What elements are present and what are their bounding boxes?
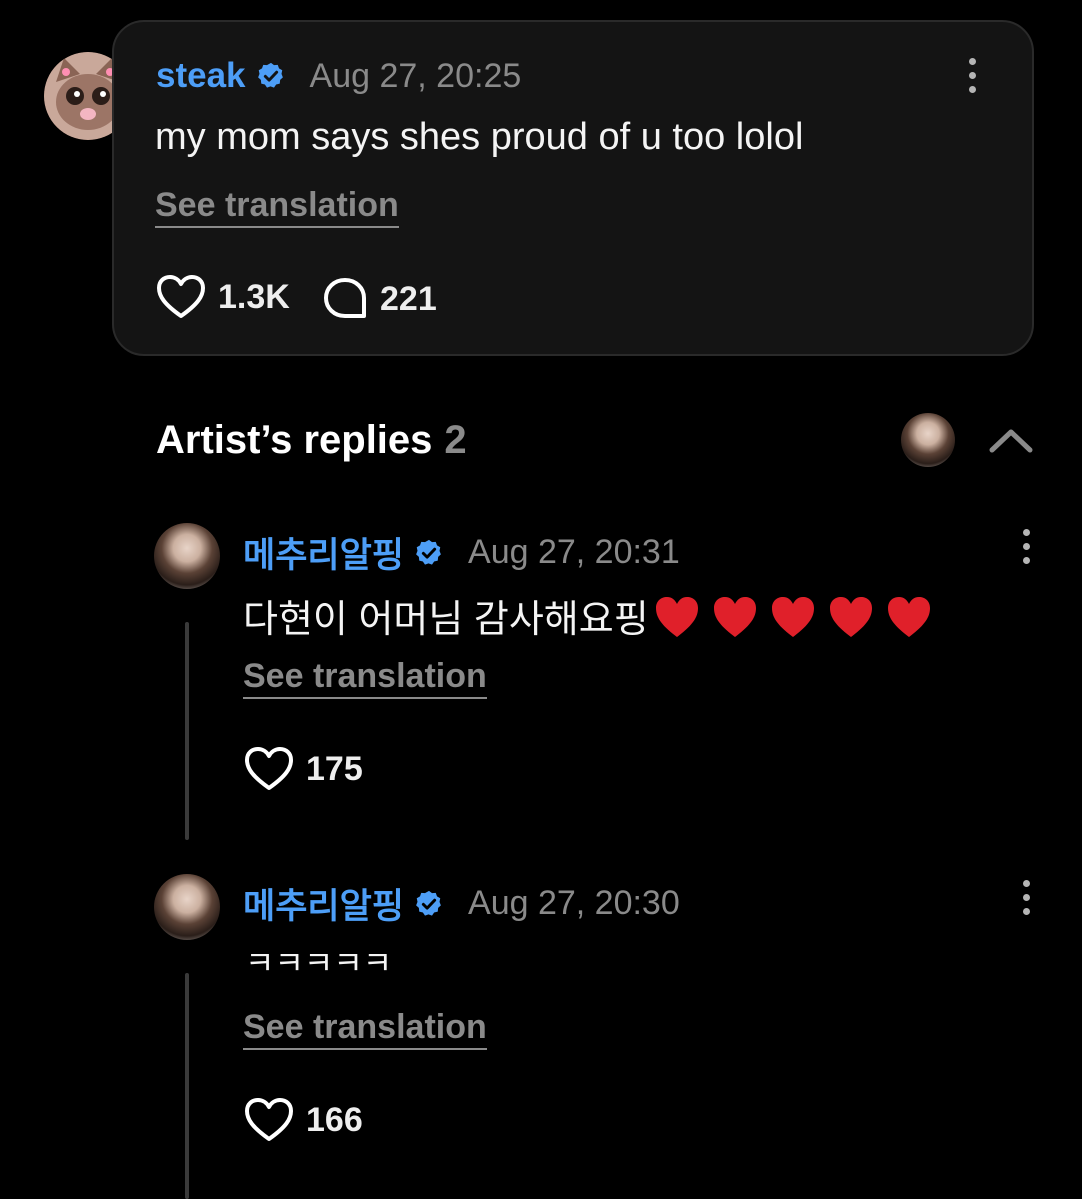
reply-header: 메추리알핑 Aug 27, 20:30: [243, 878, 680, 929]
reply-header: 메추리알핑 Aug 27, 20:31: [243, 527, 680, 578]
reply-text: ㅋㅋㅋㅋㅋ: [245, 945, 393, 981]
reply-count: 221: [380, 279, 437, 318]
like-count: 175: [306, 749, 363, 788]
timestamp: Aug 27, 20:31: [468, 533, 680, 571]
avatar[interactable]: [154, 523, 220, 589]
reply-text-korean: 다현이 어머님 감사해요핑: [243, 599, 649, 641]
artist-replies-count: 2: [444, 418, 467, 462]
comment-text: my mom says shes proud of u too lolol: [155, 116, 804, 158]
timestamp: Aug 27, 20:30: [468, 884, 680, 922]
heart-icon[interactable]: [244, 746, 294, 792]
see-translation-link[interactable]: See translation: [243, 657, 487, 699]
comment-page: steak Aug 27, 20:25 my mom says shes pro…: [0, 0, 1082, 1199]
more-icon[interactable]: [1021, 880, 1031, 915]
artist-replies-label: Artist’s replies: [156, 418, 433, 462]
heart-emoji-icon: [655, 596, 930, 637]
more-icon[interactable]: [967, 58, 977, 93]
like-count: 166: [306, 1100, 363, 1139]
see-translation-link[interactable]: See translation: [243, 1008, 487, 1050]
reply-text: 다현이 어머님 감사해요핑: [243, 588, 943, 650]
username[interactable]: 메추리알핑: [243, 878, 404, 929]
verified-badge-icon: [416, 890, 441, 916]
avatar[interactable]: [154, 874, 220, 940]
chevron-up-icon[interactable]: [988, 424, 1034, 456]
username[interactable]: steak: [156, 56, 246, 96]
verified-badge-icon: [257, 62, 283, 88]
like-count: 1.3K: [218, 277, 290, 316]
heart-icon[interactable]: [156, 274, 206, 320]
timestamp: Aug 27, 20:25: [309, 56, 522, 95]
like-stat[interactable]: 1.3K: [156, 274, 290, 320]
avatar[interactable]: [901, 413, 955, 467]
comment-icon[interactable]: [322, 276, 368, 322]
like-stat[interactable]: 166: [244, 1097, 363, 1143]
username[interactable]: 메추리알핑: [243, 527, 404, 578]
more-icon[interactable]: [1021, 529, 1031, 564]
verified-badge-icon: [416, 539, 441, 565]
thread-line: [185, 622, 189, 840]
reply-stat[interactable]: 221: [322, 276, 437, 322]
comment-header: steak Aug 27, 20:25: [156, 56, 521, 96]
like-stat[interactable]: 175: [244, 746, 363, 792]
see-translation-link[interactable]: See translation: [155, 186, 399, 228]
thread-line: [185, 973, 189, 1199]
heart-emojis: [649, 594, 943, 650]
artist-replies-title: Artist’s replies 2: [156, 418, 467, 463]
heart-icon[interactable]: [244, 1097, 294, 1143]
